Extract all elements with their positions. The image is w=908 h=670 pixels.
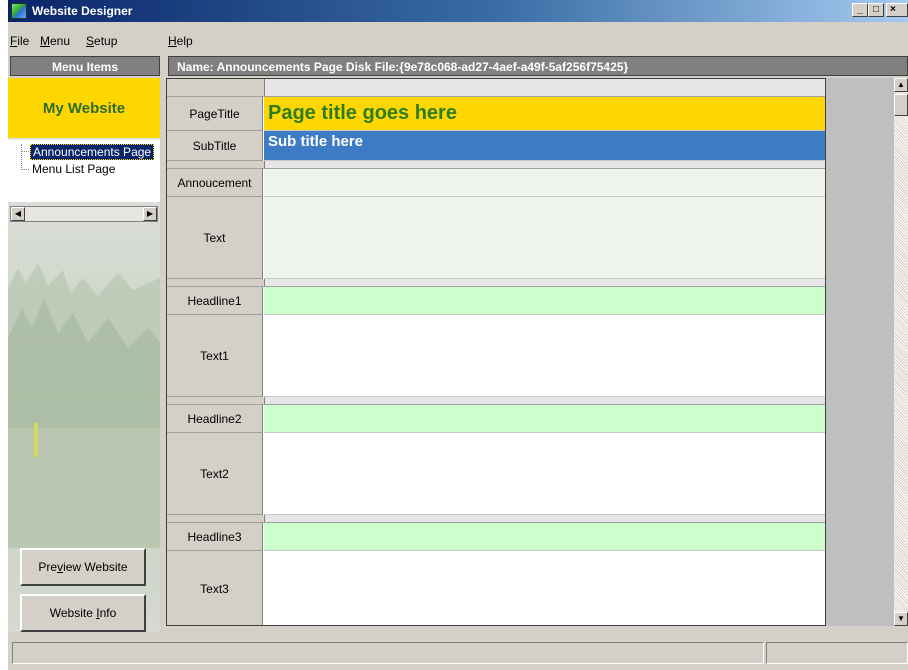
tree-item-menu-list-page[interactable]: Menu List Page bbox=[30, 162, 117, 176]
grid-separator bbox=[167, 515, 825, 523]
window-title: Website Designer bbox=[32, 4, 133, 18]
row-label-pagetitle: PageTitle bbox=[167, 97, 263, 131]
menu-items-tree[interactable]: Announcements Page Menu List Page bbox=[8, 140, 160, 202]
editor-right-gutter bbox=[826, 78, 894, 626]
row-sub-title: SubTitle Sub title here bbox=[167, 131, 825, 161]
site-name-banner: My Website bbox=[8, 78, 160, 138]
scroll-down-icon[interactable]: ▼ bbox=[894, 612, 908, 626]
menu-menu[interactable]: Menu bbox=[40, 34, 70, 48]
row-page-title: PageTitle Page title goes here bbox=[167, 97, 825, 131]
row-label-headline2: Headline2 bbox=[167, 405, 263, 433]
text2-field[interactable] bbox=[264, 433, 825, 515]
menu-file[interactable]: File bbox=[10, 34, 29, 48]
row-label-text2: Text2 bbox=[167, 433, 263, 515]
row-label-text3: Text3 bbox=[167, 551, 263, 625]
headline1-field[interactable] bbox=[264, 287, 825, 315]
row-text3: Text3 bbox=[167, 551, 825, 625]
page-editor-grid: PageTitle Page title goes here SubTitle … bbox=[166, 78, 826, 626]
text1-field[interactable] bbox=[264, 315, 825, 397]
menu-items-header: Menu Items bbox=[10, 56, 160, 76]
page-title-field[interactable]: Page title goes here bbox=[264, 97, 825, 131]
scrollbar-thumb[interactable] bbox=[894, 94, 908, 116]
close-button[interactable]: × bbox=[886, 3, 908, 17]
text3-field[interactable] bbox=[264, 551, 825, 625]
app-icon bbox=[11, 3, 27, 19]
maximize-button[interactable]: □ bbox=[868, 3, 884, 17]
row-headline2: Headline2 bbox=[167, 405, 825, 433]
row-label-subtitle: SubTitle bbox=[167, 131, 263, 161]
row-label-text1: Text1 bbox=[167, 315, 263, 397]
row-headline1: Headline1 bbox=[167, 287, 825, 315]
sub-title-field[interactable]: Sub title here bbox=[264, 131, 825, 161]
website-info-button[interactable]: Website Info bbox=[20, 594, 146, 632]
grid-separator bbox=[167, 161, 825, 169]
row-label-headline3: Headline3 bbox=[167, 523, 263, 551]
scroll-right-icon[interactable]: ▶ bbox=[143, 207, 157, 221]
row-text: Text bbox=[167, 197, 825, 279]
left-panel: My Website Announcements Page Menu List … bbox=[8, 78, 160, 632]
title-bar[interactable]: Website Designer _ □ × bbox=[8, 0, 908, 22]
tree-horizontal-scrollbar[interactable]: ◀ ▶ bbox=[10, 206, 158, 222]
background-scenery bbox=[8, 263, 160, 548]
tree-item-announcements-page[interactable]: Announcements Page bbox=[30, 144, 155, 160]
headline2-field[interactable] bbox=[264, 405, 825, 433]
headline3-field[interactable] bbox=[264, 523, 825, 551]
menu-bar: File Menu Setup Help bbox=[8, 34, 908, 52]
menu-setup[interactable]: Setup bbox=[86, 34, 117, 48]
grid-separator bbox=[167, 397, 825, 405]
row-headline3: Headline3 bbox=[167, 523, 825, 551]
menu-help[interactable]: Help bbox=[168, 34, 193, 48]
app-window: Website Designer _ □ × File Menu Setup H… bbox=[8, 0, 908, 670]
preview-website-button[interactable]: Preview Website bbox=[20, 548, 146, 586]
row-label-annoucement: Annoucement bbox=[167, 169, 263, 197]
status-bar-main bbox=[12, 642, 764, 664]
announcement-field[interactable] bbox=[264, 169, 825, 197]
row-announcement: Annoucement bbox=[167, 169, 825, 197]
grid-top-separator bbox=[167, 79, 825, 97]
text-field[interactable] bbox=[264, 197, 825, 279]
scroll-up-icon[interactable]: ▲ bbox=[894, 78, 908, 92]
grid-separator bbox=[167, 279, 825, 287]
editor-vertical-scrollbar[interactable]: ▲ ▼ bbox=[894, 78, 908, 626]
row-label-text: Text bbox=[167, 197, 263, 279]
status-bar-secondary bbox=[766, 642, 908, 664]
row-text2: Text2 bbox=[167, 433, 825, 515]
scroll-left-icon[interactable]: ◀ bbox=[11, 207, 25, 221]
minimize-button[interactable]: _ bbox=[852, 3, 868, 17]
row-label-headline1: Headline1 bbox=[167, 287, 263, 315]
row-text1: Text1 bbox=[167, 315, 825, 397]
page-info-header: Name: Announcements Page Disk File:{9e78… bbox=[168, 56, 908, 76]
